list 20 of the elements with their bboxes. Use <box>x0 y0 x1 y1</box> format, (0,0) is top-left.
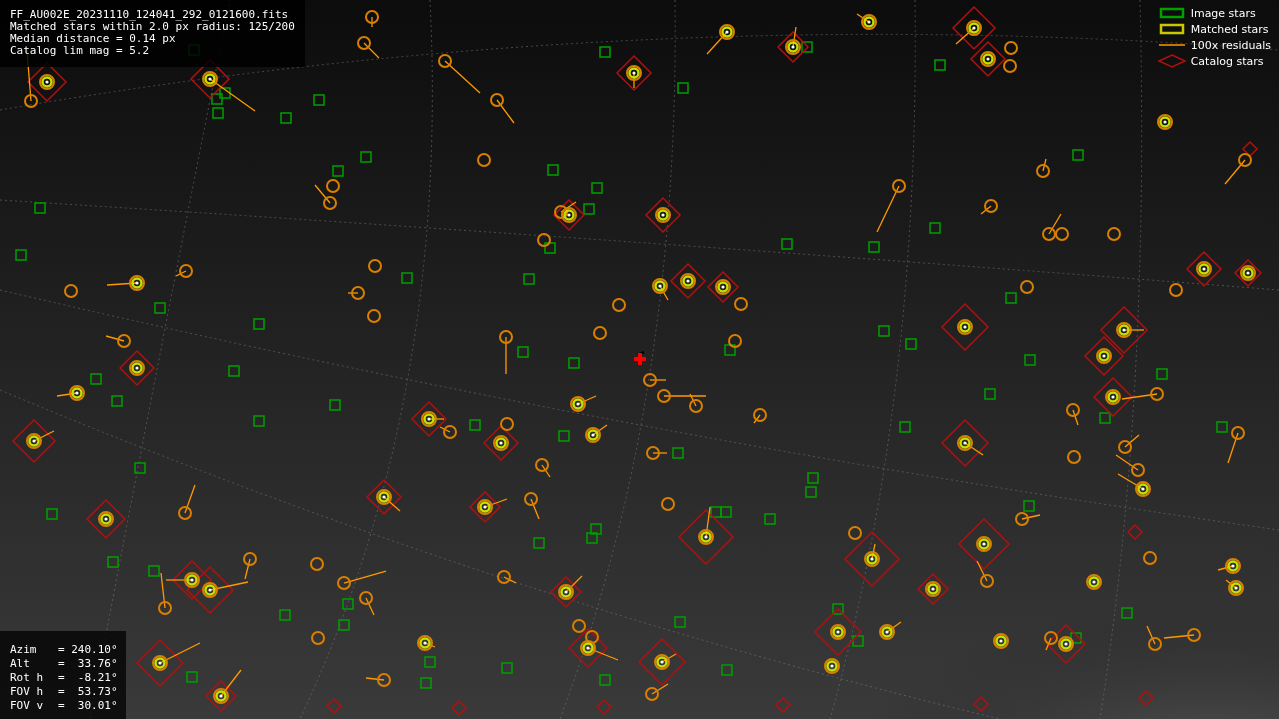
pointing-value: = -8.21° <box>58 671 118 685</box>
legend-label: Image stars <box>1190 6 1256 20</box>
center-cross-icon <box>634 353 646 365</box>
pointing-label: Azim <box>10 643 38 657</box>
pointing-label: Alt <box>10 657 31 671</box>
header-text: Catalog lim mag = 5.2 <box>10 45 151 57</box>
pointing-value: = 240.10° <box>58 643 118 657</box>
pointing-value: = 53.73° <box>58 685 118 699</box>
pointing-value: = 30.01° <box>58 699 118 713</box>
header-text: Matched stars within 2.0 px radius: 125/200 <box>10 21 295 33</box>
legend-label: Matched stars <box>1190 22 1269 36</box>
catalog-star-legend-icon <box>1156 54 1187 68</box>
pointing-label: FOV h <box>10 685 45 699</box>
header-text: Median distance = 0.14 px <box>10 33 177 45</box>
pointing-label: Rot h <box>10 671 45 685</box>
pointing-label: FOV v <box>10 699 45 713</box>
pointing-value: = 33.76° <box>58 657 118 671</box>
legend-label: Catalog stars <box>1190 54 1264 68</box>
header-text: FF_AU002E_20231110_124041_292_0121600.fits <box>10 9 290 21</box>
legend-label: 100x residuals <box>1190 38 1271 52</box>
